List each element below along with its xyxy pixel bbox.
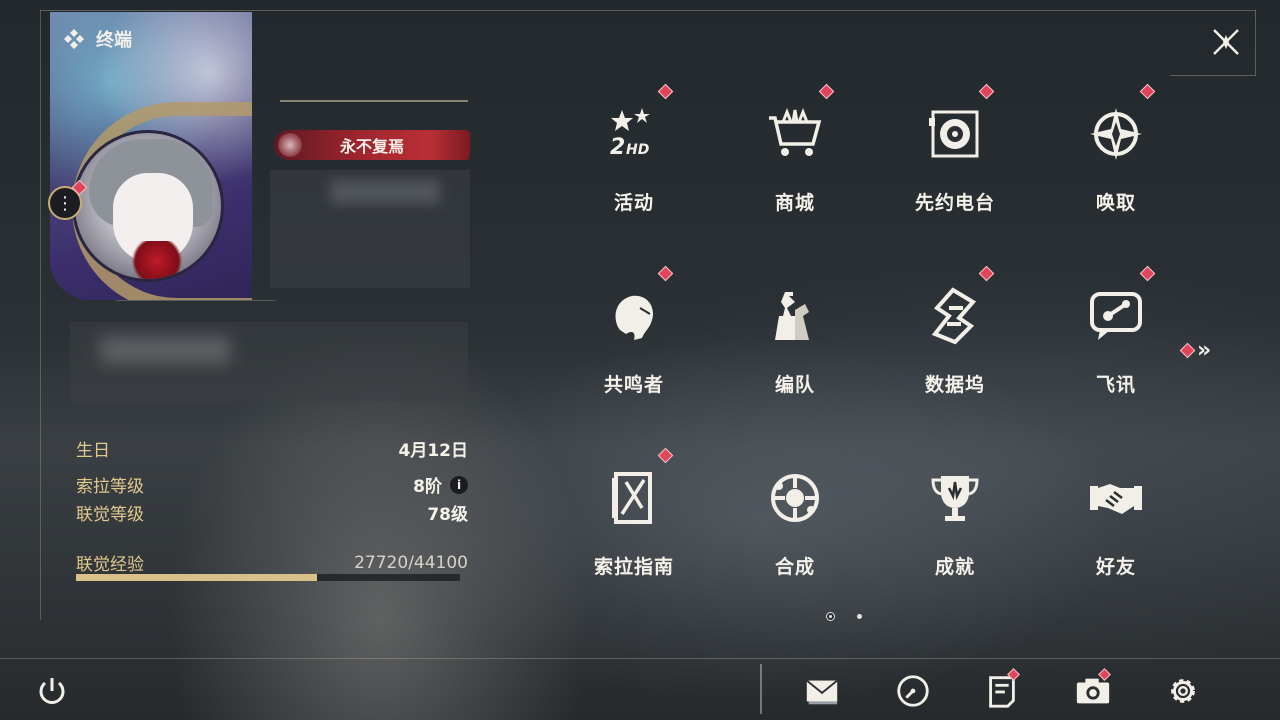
menu-item-resonator[interactable]: 共鸣者 — [574, 264, 694, 414]
power-icon — [39, 678, 65, 704]
synthesis-icon — [763, 466, 827, 530]
power-button[interactable] — [34, 673, 70, 709]
more-dots-icon: ⋮ — [56, 192, 74, 214]
avatar-flower — [127, 241, 187, 279]
title-divider — [280, 100, 468, 102]
notification-badge — [657, 265, 674, 282]
player-name-blurred — [330, 180, 440, 204]
menu-item-label: 先约电台 — [914, 192, 995, 214]
resonator-icon — [602, 284, 666, 348]
menu-item-label: 活动 — [613, 192, 654, 214]
menu-item-message[interactable]: 飞讯 — [1056, 264, 1176, 414]
menu-item-label: 飞讯 — [1095, 374, 1136, 396]
notification-badge — [1139, 265, 1156, 282]
menu-item-label: 唤取 — [1095, 192, 1136, 214]
signature-blurred — [100, 336, 230, 364]
stat-label: 索拉等级 — [76, 477, 144, 497]
stat-label: 生日 — [76, 441, 110, 461]
menu-item-synthesis[interactable]: 合成 — [735, 446, 855, 596]
mail-button[interactable] — [801, 670, 843, 712]
stat-label: 联觉经验 — [76, 555, 144, 575]
team-chess-icon — [763, 284, 827, 348]
stat-value-wrap: 8阶 i — [413, 472, 468, 497]
player-title-badge[interactable]: 永不复焉 — [274, 130, 470, 160]
event-2hd-icon: 2 HD — [602, 102, 666, 166]
svg-text:2: 2 — [610, 135, 625, 160]
page-dot[interactable] — [857, 614, 862, 619]
frame-top-line — [40, 10, 1256, 11]
stat-value: 8阶 — [413, 477, 442, 497]
bottom-separator — [760, 664, 762, 714]
exp-progress-fill — [76, 574, 318, 581]
data-dock-icon — [923, 284, 987, 348]
next-page-button[interactable]: » — [1179, 338, 1212, 363]
menu-item-label: 数据坞 — [924, 374, 985, 396]
stat-sol-level: 索拉等级 8阶 i — [76, 472, 468, 497]
menu-item-label: 合成 — [774, 556, 815, 578]
notification-badge — [978, 265, 995, 282]
trophy-icon — [923, 466, 987, 530]
clock-icon — [897, 675, 929, 707]
frame-left-line — [40, 10, 41, 620]
menu-item-shop-cart[interactable]: 商城 — [735, 82, 855, 232]
stat-label: 联觉等级 — [76, 505, 144, 525]
menu-item-label: 商城 — [774, 192, 815, 214]
menu-item-label: 共鸣者 — [603, 374, 664, 396]
stat-union-level: 联觉等级 78级 — [76, 500, 468, 525]
shop-cart-icon — [763, 102, 827, 166]
player-title-text: 永不复焉 — [339, 137, 404, 156]
stat-union-exp: 联觉经验 27720/44100 — [76, 550, 468, 576]
menu-item-handshake[interactable]: 好友 — [1056, 446, 1176, 596]
page-indicator — [826, 612, 862, 621]
close-button[interactable] — [1208, 24, 1244, 60]
menu-item-label: 成就 — [934, 556, 975, 578]
bottom-divider — [0, 658, 1280, 659]
mail-icon — [806, 679, 838, 705]
menu-item-trophy[interactable]: 成就 — [895, 446, 1015, 596]
notification-badge — [818, 83, 835, 100]
clock-button[interactable] — [892, 670, 934, 712]
message-icon — [1084, 284, 1148, 348]
radio-icon — [923, 102, 987, 166]
stat-value: 78级 — [427, 505, 468, 525]
menu-item-data-dock[interactable]: 数据坞 — [895, 264, 1015, 414]
notice-button[interactable] — [981, 668, 1023, 712]
summon-compass-icon — [1084, 102, 1148, 166]
handshake-icon — [1084, 466, 1148, 530]
stat-value: 27720/44100 — [354, 552, 468, 573]
divider — [116, 300, 276, 301]
avatar[interactable] — [72, 130, 224, 282]
stat-birthday: 生日 4月12日 — [76, 436, 468, 461]
menu-item-summon-compass[interactable]: 唤取 — [1056, 82, 1176, 232]
notification-badge — [1179, 342, 1196, 359]
menu-item-radio[interactable]: 先约电台 — [895, 82, 1015, 232]
settings-button[interactable] — [1162, 670, 1204, 712]
camera-button[interactable] — [1072, 668, 1114, 712]
title-emblem-icon — [278, 133, 302, 157]
close-x-icon — [1213, 29, 1239, 55]
menu-item-label: 索拉指南 — [593, 556, 674, 578]
info-icon[interactable]: i — [450, 475, 468, 494]
guide-book-icon — [602, 466, 666, 530]
menu-item-guide-book[interactable]: 索拉指南 — [574, 446, 694, 596]
menu-item-label: 好友 — [1095, 556, 1136, 578]
notification-badge — [657, 447, 674, 464]
menu-item-label: 编队 — [774, 374, 815, 396]
menu-item-team-chess[interactable]: 编队 — [735, 264, 855, 414]
svg-text:HD: HD — [626, 142, 649, 158]
profile-more-button[interactable]: ⋮ — [48, 179, 88, 220]
menu-item-event-2hd[interactable]: 2 HD 活动 — [574, 82, 694, 232]
page-dot-active[interactable] — [826, 612, 835, 621]
notification-badge — [1139, 83, 1156, 100]
notification-badge — [657, 83, 674, 100]
exp-progress-bar — [76, 574, 460, 581]
terminal-diamond-icon — [64, 29, 84, 49]
double-chevron-right-icon: » — [1197, 338, 1212, 363]
page-title: 终端 — [62, 26, 132, 52]
page-title-text: 终端 — [96, 30, 132, 51]
settings-gear-icon — [1171, 679, 1195, 703]
notification-badge — [978, 83, 995, 100]
stat-value: 4月12日 — [398, 441, 469, 461]
